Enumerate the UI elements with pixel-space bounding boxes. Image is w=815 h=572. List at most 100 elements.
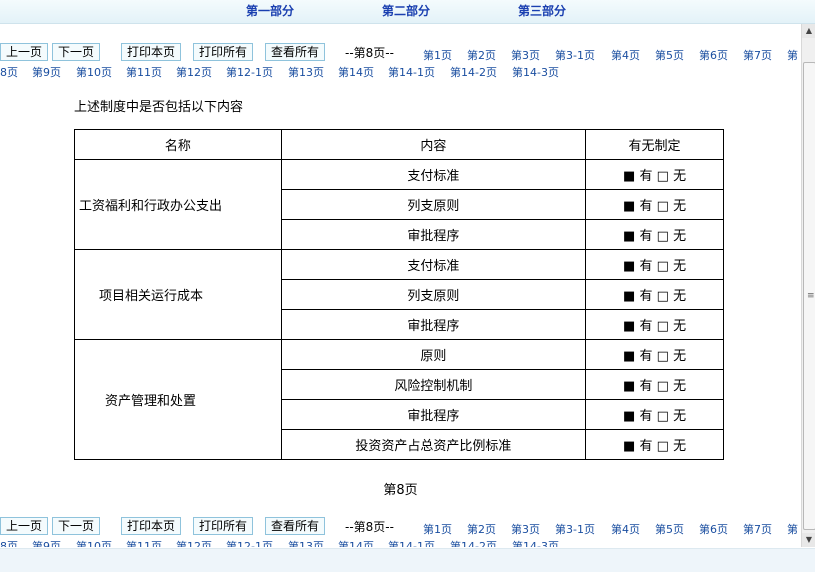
content-cell: 审批程序 [280,309,587,340]
page-link[interactable]: 第6页 [699,47,728,61]
page-link[interactable]: 第1页 [423,521,452,535]
yes-label: 有 [639,199,653,214]
section-tab-part2[interactable]: 第二部分 [382,2,430,19]
status-bar [0,548,815,572]
unchecked-box-icon[interactable]: □ [657,379,669,394]
checked-box-icon[interactable]: ■ [623,229,635,244]
scroll-down-arrow-icon[interactable]: ▼ [802,533,815,547]
no-label: 无 [673,349,687,364]
page-link[interactable]: 第12-1页 [226,64,273,80]
page-link[interactable]: 第13页 [288,64,324,80]
print-all-button[interactable]: 打印所有 [193,43,254,61]
page-link[interactable]: 8页 [0,64,18,80]
page-link[interactable]: 第13页 [288,538,324,547]
checked-box-icon[interactable]: ■ [623,289,635,304]
unchecked-box-icon[interactable]: □ [657,259,669,274]
prev-page-button[interactable]: 上一页 [0,43,49,61]
option-cell: ■ 有 □ 无 [585,369,724,400]
page-link[interactable]: 第14-1页 [388,64,435,80]
page-link[interactable]: 第9页 [32,64,61,80]
page-link[interactable]: 第14页 [338,538,374,547]
page-link[interactable]: 第2页 [467,521,496,535]
prev-page-button[interactable]: 上一页 [0,517,49,535]
checked-box-icon[interactable]: ■ [623,319,635,334]
page-link[interactable]: 第3页 [511,521,540,535]
page-link[interactable]: 8页 [0,538,18,547]
unchecked-box-icon[interactable]: □ [657,409,669,424]
checked-box-icon[interactable]: ■ [623,169,635,184]
scrollbar-thumb[interactable]: ≡ [803,62,815,530]
page-link[interactable]: 第7页 [743,521,772,535]
unchecked-box-icon[interactable]: □ [657,349,669,364]
checked-box-icon[interactable]: ■ [623,439,635,454]
yes-label: 有 [639,319,653,334]
option-cell: ■ 有 □ 无 [585,249,724,280]
page-link[interactable]: 第14页 [338,64,374,80]
header-name: 名称 [74,129,282,160]
page-link[interactable]: 第4页 [611,47,640,61]
page-link[interactable]: 第3页 [511,47,540,61]
page-link[interactable]: 第2页 [467,47,496,61]
section-tab-part1[interactable]: 第一部分 [246,2,294,19]
option-cell: ■ 有 □ 无 [585,189,724,220]
page-link[interactable]: 第12页 [176,64,212,80]
page-number-label: 第8页 [383,483,418,498]
page-link[interactable]: 第3-1页 [555,47,595,61]
yes-label: 有 [639,349,653,364]
no-label: 无 [673,199,687,214]
question-text: 上述制度中是否包括以下内容 [74,100,244,115]
unchecked-box-icon[interactable]: □ [657,229,669,244]
page-link[interactable]: 第6页 [699,521,728,535]
vertical-scrollbar[interactable]: ▲ ≡ ▼ [801,24,815,547]
table-header-row: 名称 内容 有无制定 [74,129,724,160]
page-link[interactable]: 第 [787,521,798,535]
page-link[interactable]: 第4页 [611,521,640,535]
unchecked-box-icon[interactable]: □ [657,439,669,454]
page-link[interactable]: 第14-2页 [450,538,497,547]
page-link[interactable]: 第11页 [126,64,162,80]
next-page-button[interactable]: 下一页 [52,43,101,61]
print-all-button[interactable]: 打印所有 [193,517,254,535]
unchecked-box-icon[interactable]: □ [657,319,669,334]
page-link[interactable]: 第14-1页 [388,538,435,547]
category-cell: 工资福利和行政办公支出 [74,159,282,250]
print-page-button[interactable]: 打印本页 [121,43,182,61]
page-link[interactable]: 第14-3页 [512,64,559,80]
unchecked-box-icon[interactable]: □ [657,199,669,214]
option-cell: ■ 有 □ 无 [585,159,724,190]
checked-box-icon[interactable]: ■ [623,379,635,394]
yes-label: 有 [639,409,653,424]
page-link[interactable]: 第11页 [126,538,162,547]
scroll-up-arrow-icon[interactable]: ▲ [802,24,815,38]
page-link[interactable]: 第10页 [76,538,112,547]
page-link[interactable]: 第14-2页 [450,64,497,80]
checked-box-icon[interactable]: ■ [623,199,635,214]
page-link[interactable]: 第5页 [655,47,684,61]
print-page-button[interactable]: 打印本页 [121,517,182,535]
header-content: 内容 [280,129,587,160]
checked-box-icon[interactable]: ■ [623,349,635,364]
category-cell: 资产管理和处置 [74,339,282,460]
page-link[interactable]: 第5页 [655,521,684,535]
main-content: 上一页 下一页 打印本页 打印所有 查看所有 --第8页-- 第1页 第2页 第… [0,24,801,547]
view-all-button[interactable]: 查看所有 [265,517,326,535]
page-link[interactable]: 第10页 [76,64,112,80]
checked-box-icon[interactable]: ■ [623,409,635,424]
section-tab-part3[interactable]: 第三部分 [518,2,566,19]
page-link[interactable]: 第1页 [423,47,452,61]
content-cell: 列支原则 [280,189,587,220]
page-link[interactable]: 第12-1页 [226,538,273,547]
page-link[interactable]: 第12页 [176,538,212,547]
unchecked-box-icon[interactable]: □ [657,289,669,304]
page-link[interactable]: 第7页 [743,47,772,61]
page-link[interactable]: 第3-1页 [555,521,595,535]
page-link[interactable]: 第9页 [32,538,61,547]
page-link[interactable]: 第14-3页 [512,538,559,547]
next-page-button[interactable]: 下一页 [52,517,101,535]
no-label: 无 [673,169,687,184]
unchecked-box-icon[interactable]: □ [657,169,669,184]
no-label: 无 [673,289,687,304]
view-all-button[interactable]: 查看所有 [265,43,326,61]
checked-box-icon[interactable]: ■ [623,259,635,274]
page-link[interactable]: 第 [787,47,798,61]
